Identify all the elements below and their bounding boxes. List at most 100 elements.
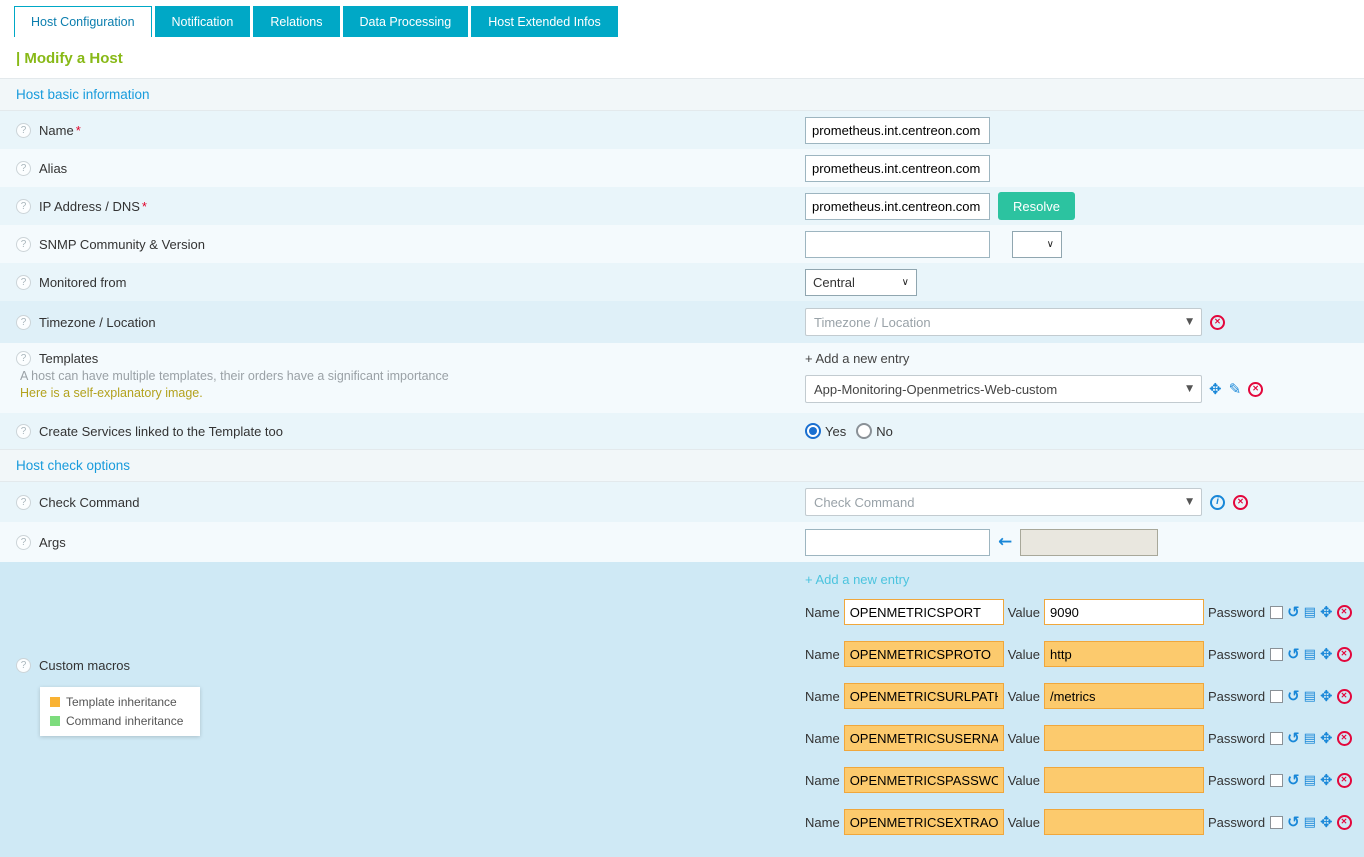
resolve-button[interactable]: Resolve [998,192,1075,220]
macro-undo-icon[interactable]: ↺ [1287,647,1300,662]
create-services-yes-radio[interactable] [805,423,821,439]
macro-undo-icon[interactable]: ↺ [1287,815,1300,830]
macro-value-input[interactable] [1044,599,1204,625]
macro-move-icon[interactable]: ✥ [1320,689,1333,704]
macro-value-input[interactable] [1044,641,1204,667]
macro-name-label: Name [805,647,840,662]
dropdown-arrow-icon: ▼ [1186,384,1193,394]
macro-name-input[interactable] [844,725,1004,751]
macro-delete-icon[interactable]: ✕ [1337,731,1352,746]
macro-password-label: Password [1208,773,1265,788]
snmp-version-select[interactable]: ∨ [1012,231,1062,258]
template-select[interactable]: App-Monitoring-Openmetrics-Web-custom ▼ [805,375,1202,403]
macro-password-checkbox[interactable] [1270,606,1283,619]
macro-description-icon[interactable]: ▤ [1304,690,1316,703]
macro-delete-icon[interactable]: ✕ [1337,689,1352,704]
macro-description-icon[interactable]: ▤ [1304,732,1316,745]
clear-timezone-icon[interactable]: ✕ [1210,315,1225,330]
macro-value-input[interactable] [1044,767,1204,793]
help-icon[interactable]: ? [16,275,31,290]
macro-value-input[interactable] [1044,809,1204,835]
macro-name-input[interactable] [844,809,1004,835]
snmp-community-input[interactable] [805,231,990,258]
macro-password-checkbox[interactable] [1270,648,1283,661]
macro-description-icon[interactable]: ▤ [1304,648,1316,661]
clear-check-command-icon[interactable]: ✕ [1233,495,1248,510]
create-services-yes-label: Yes [825,424,846,439]
macro-password-label: Password [1208,689,1265,704]
snmp-label: SNMP Community & Version [39,237,205,252]
help-icon[interactable]: ? [16,658,31,673]
macro-password-checkbox[interactable] [1270,732,1283,745]
help-icon[interactable]: ? [16,123,31,138]
macro-password-label: Password [1208,647,1265,662]
macro-undo-icon[interactable]: ↺ [1287,731,1300,746]
templates-hint-link[interactable]: Here is a self-explanatory image. [20,386,203,400]
macro-password-checkbox[interactable] [1270,774,1283,787]
macro-name-label: Name [805,773,840,788]
check-command-placeholder: Check Command [814,495,914,510]
help-icon[interactable]: ? [16,199,31,214]
name-input[interactable] [805,117,990,144]
macro-password-checkbox[interactable] [1270,690,1283,703]
macro-undo-icon[interactable]: ↺ [1287,773,1300,788]
page-title: | Modify a Host [0,37,1364,78]
timezone-placeholder: Timezone / Location [814,315,931,330]
macro-name-input[interactable] [844,683,1004,709]
tab-host-extended-infos[interactable]: Host Extended Infos [471,6,618,37]
row-args: ? Args ← [0,522,1364,562]
tab-host-configuration[interactable]: Host Configuration [14,6,152,37]
macro-value-input[interactable] [1044,725,1204,751]
tab-data-processing[interactable]: Data Processing [343,6,469,37]
macro-move-icon[interactable]: ✥ [1320,773,1333,788]
macro-undo-icon[interactable]: ↺ [1287,605,1300,620]
row-monitored-from: ? Monitored from Central ∨ [0,263,1364,301]
macro-value-input[interactable] [1044,683,1204,709]
macro-move-icon[interactable]: ✥ [1320,647,1333,662]
monitored-from-select[interactable]: Central ∨ [805,269,917,296]
row-alias: ? Alias [0,149,1364,187]
macro-description-icon[interactable]: ▤ [1304,774,1316,787]
required-mark: * [76,123,81,138]
macro-delete-icon[interactable]: ✕ [1337,815,1352,830]
macro-delete-icon[interactable]: ✕ [1337,647,1352,662]
ip-input[interactable] [805,193,990,220]
macro-password-label: Password [1208,731,1265,746]
macro-name-input[interactable] [844,641,1004,667]
check-command-select[interactable]: Check Command ▼ [805,488,1202,516]
timezone-select[interactable]: Timezone / Location ▼ [805,308,1202,336]
macro-delete-icon[interactable]: ✕ [1337,773,1352,788]
create-services-no-radio[interactable] [856,423,872,439]
macro-move-icon[interactable]: ✥ [1320,605,1333,620]
move-template-icon[interactable]: ✥ [1209,382,1222,397]
macro-name-input[interactable] [844,767,1004,793]
help-icon[interactable]: ? [16,535,31,550]
help-icon[interactable]: ? [16,161,31,176]
macro-delete-icon[interactable]: ✕ [1337,605,1352,620]
delete-template-icon[interactable]: ✕ [1248,382,1263,397]
templates-add-entry-link[interactable]: + Add a new entry [805,351,909,366]
macro-description-icon[interactable]: ▤ [1304,606,1316,619]
macro-description-icon[interactable]: ▤ [1304,816,1316,829]
macro-name-label: Name [805,689,840,704]
help-icon[interactable]: ? [16,424,31,439]
macros-add-entry-link[interactable]: + Add a new entry [805,572,1352,587]
tab-notification[interactable]: Notification [155,6,251,37]
help-icon[interactable]: ? [16,495,31,510]
alias-input[interactable] [805,155,990,182]
help-icon[interactable]: ? [16,237,31,252]
help-icon[interactable]: ? [16,351,31,366]
tab-relations[interactable]: Relations [253,6,339,37]
check-command-info-icon[interactable]: i [1210,495,1225,510]
macro-undo-icon[interactable]: ↺ [1287,689,1300,704]
macro-move-icon[interactable]: ✥ [1320,815,1333,830]
custom-macros-label: Custom macros [39,658,130,673]
macro-value-label: Value [1008,731,1040,746]
macro-password-checkbox[interactable] [1270,816,1283,829]
help-icon[interactable]: ? [16,315,31,330]
args-input[interactable] [805,529,990,556]
alias-label: Alias [39,161,67,176]
edit-template-icon[interactable]: ✎ [1229,382,1242,397]
macro-move-icon[interactable]: ✥ [1320,731,1333,746]
macro-name-input[interactable] [844,599,1004,625]
